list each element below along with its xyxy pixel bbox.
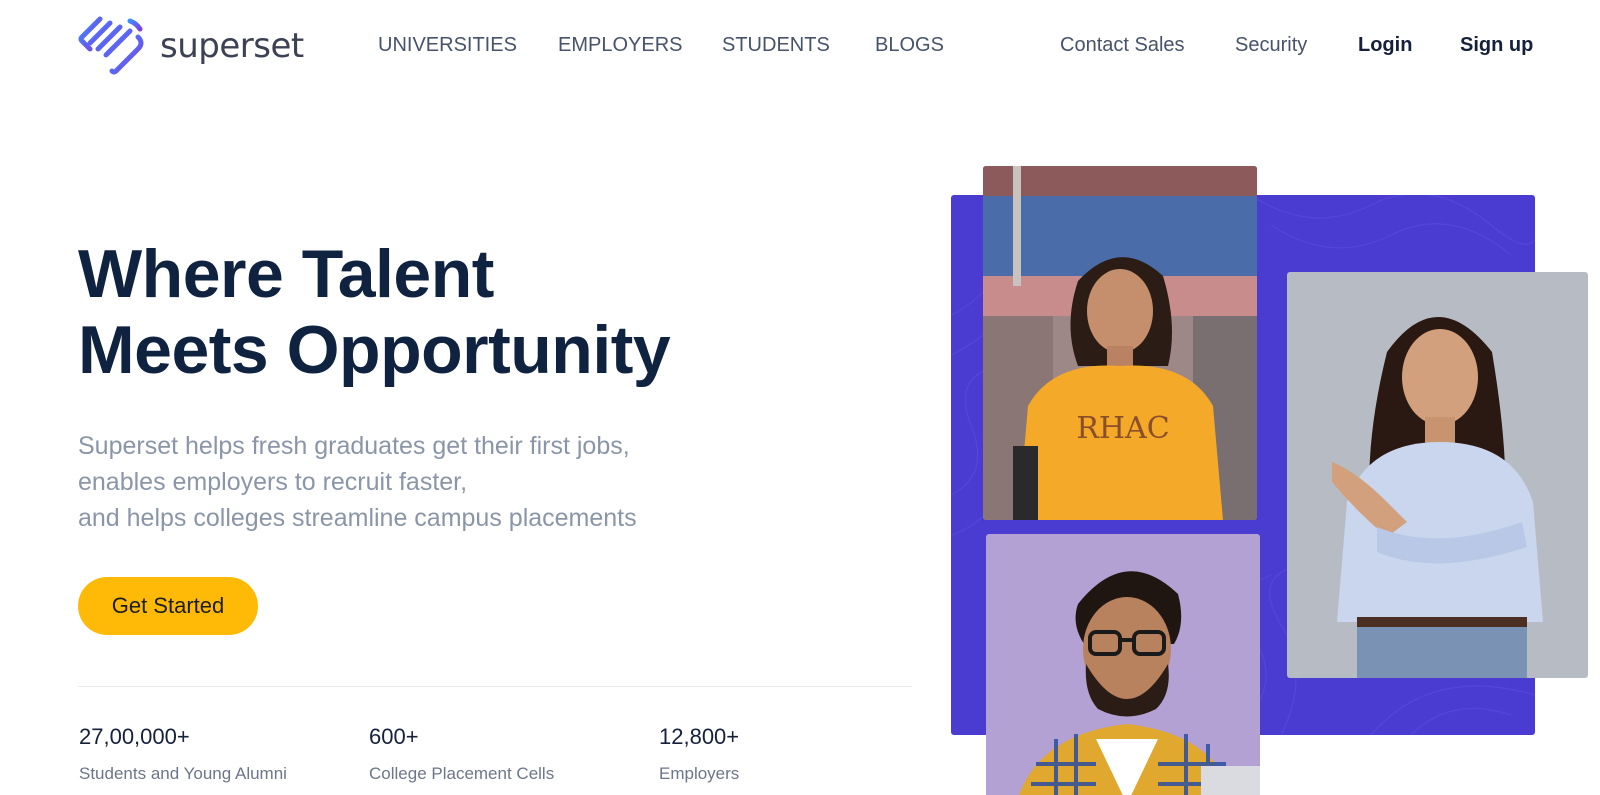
superset-logo-icon (78, 16, 144, 75)
nav-universities[interactable]: UNIVERSITIES (378, 34, 517, 57)
student-photo-man-glasses (986, 534, 1260, 795)
hero-subtitle-line-3: and helps colleges streamline campus pla… (78, 504, 637, 532)
get-started-button[interactable]: Get Started (78, 577, 258, 635)
student-photo-woman-yellow: RHAC (983, 166, 1257, 520)
hero-title: Where Talent Meets Opportunity (78, 236, 878, 388)
hero-subtitle-line-1: Superset helps fresh graduates get their… (78, 432, 630, 460)
stat-value: 27,00,000+ (79, 724, 190, 749)
hero-title-line-1: Where Talent (78, 236, 494, 312)
stat-value: 12,800+ (659, 724, 740, 749)
nav-security[interactable]: Security (1235, 34, 1307, 57)
tshirt-print-text: RHAC (1076, 411, 1169, 446)
login-link[interactable]: Login (1358, 34, 1412, 57)
stat-value: 600+ (369, 724, 419, 749)
hero-title-line-2: Meets Opportunity (78, 312, 671, 388)
superset-logo[interactable]: superset (78, 15, 304, 77)
logo-wordmark: superset (160, 26, 304, 66)
signup-link[interactable]: Sign up (1460, 34, 1533, 57)
hero-subtitle-line-2: enables employers to recruit faster, (78, 468, 468, 496)
student-photo-woman-pointing (1287, 272, 1588, 678)
hero-subtitle: Superset helps fresh graduates get their… (78, 428, 878, 536)
nav-employers[interactable]: EMPLOYERS (558, 34, 682, 57)
stat-label: Employers (659, 764, 740, 783)
nav-blogs[interactable]: BLOGS (875, 34, 944, 57)
nav-contact-sales[interactable]: Contact Sales (1060, 34, 1185, 57)
stat-label: Students and Young Alumni (79, 764, 287, 783)
stat-label: College Placement Cells (369, 764, 555, 783)
nav-students[interactable]: STUDENTS (722, 34, 830, 57)
stat-employers: 12,800+ Employers (659, 724, 739, 784)
stat-colleges: 600+ College Placement Cells (369, 724, 554, 784)
stat-students: 27,00,000+ Students and Young Alumni (79, 724, 287, 784)
stats-divider (78, 686, 912, 687)
